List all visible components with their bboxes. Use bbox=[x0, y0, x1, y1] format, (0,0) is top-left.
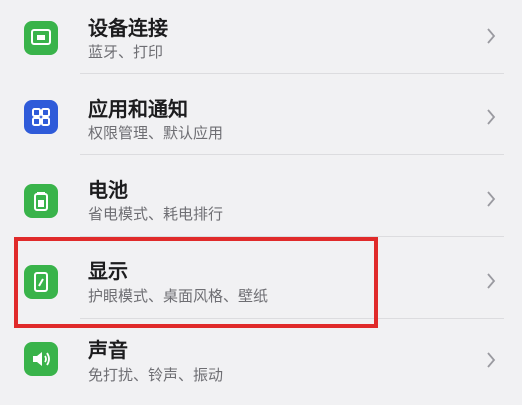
chevron-right-icon bbox=[484, 189, 498, 209]
chevron-right-icon bbox=[484, 26, 498, 46]
divider bbox=[80, 73, 504, 74]
settings-item-subtitle: 蓝牙、打印 bbox=[88, 43, 164, 61]
settings-item-sound[interactable]: 声音 免打扰、铃声、振动 bbox=[0, 324, 522, 400]
settings-item-title: 应用和通知 bbox=[88, 97, 188, 121]
settings-item-title: 电池 bbox=[88, 178, 128, 202]
divider bbox=[80, 318, 504, 319]
settings-item-title: 显示 bbox=[88, 259, 128, 283]
device-connection-icon bbox=[24, 21, 58, 55]
divider bbox=[80, 236, 504, 237]
settings-item-display[interactable]: 显示 护眼模式、桌面风格、壁纸 bbox=[0, 243, 522, 319]
battery-icon bbox=[24, 184, 58, 218]
chevron-right-icon bbox=[484, 107, 498, 127]
settings-item-subtitle: 免打扰、铃声、振动 bbox=[88, 366, 224, 384]
settings-item-subtitle: 省电模式、耗电排行 bbox=[88, 205, 224, 223]
settings-item-battery[interactable]: 电池 省电模式、耗电排行 bbox=[0, 161, 522, 237]
chevron-right-icon bbox=[484, 350, 498, 370]
settings-item-subtitle: 护眼模式、桌面风格、壁纸 bbox=[88, 287, 269, 305]
settings-item-title: 声音 bbox=[88, 338, 128, 362]
settings-item-device-connection[interactable]: 设备连接 蓝牙、打印 bbox=[0, 0, 522, 74]
settings-list: 设备连接 蓝牙、打印 应用和通知 权限管理、默认应用 电池 省电模式、耗电排行 … bbox=[0, 0, 522, 405]
chevron-right-icon bbox=[484, 271, 498, 291]
divider bbox=[80, 154, 504, 155]
settings-item-subtitle: 权限管理、默认应用 bbox=[88, 124, 224, 142]
apps-grid-icon bbox=[24, 100, 58, 134]
speaker-icon bbox=[24, 342, 58, 376]
settings-item-title: 设备连接 bbox=[88, 16, 168, 40]
display-icon bbox=[24, 265, 58, 299]
settings-item-apps-notifications[interactable]: 应用和通知 权限管理、默认应用 bbox=[0, 79, 522, 155]
